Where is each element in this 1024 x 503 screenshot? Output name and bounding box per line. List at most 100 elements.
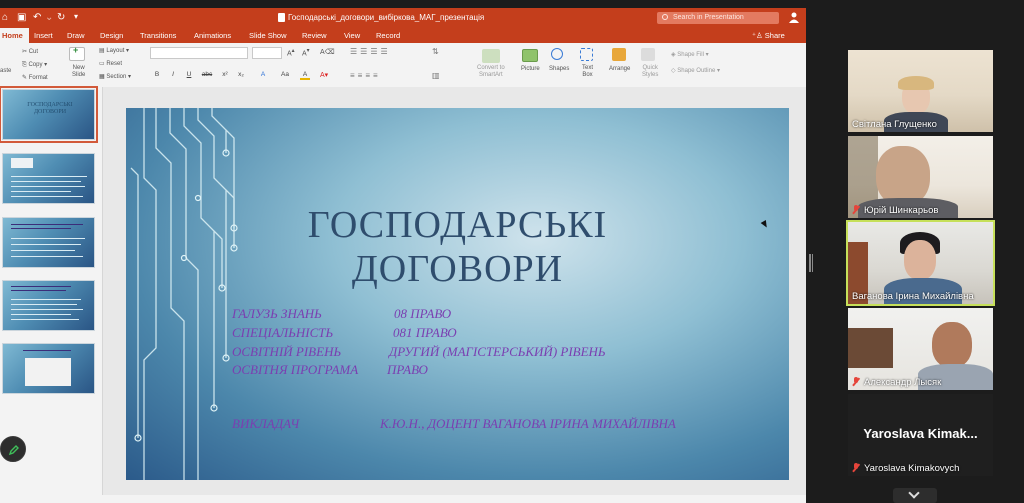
participant-name: Yaroslava Kimakovych: [852, 463, 959, 474]
education-level-label: Освітній рівень: [232, 344, 342, 359]
thumbnail-slide-2[interactable]: [2, 153, 95, 204]
text-box-label-1: Text: [582, 65, 594, 71]
tab-draw[interactable]: Draw: [67, 31, 85, 40]
shape-fill-label: Shape Fill: [677, 52, 704, 58]
people-icon[interactable]: [789, 12, 799, 23]
thumbnail-slide-4[interactable]: [2, 280, 95, 331]
participant-tile-4[interactable]: Александр Лысяк: [848, 308, 993, 390]
quick-styles-button[interactable]: Quick Styles: [642, 65, 658, 79]
tab-transitions[interactable]: Transitions: [140, 31, 176, 40]
change-case-button[interactable]: Aa: [278, 71, 292, 80]
shape-fill-button[interactable]: ◈ Shape Fill ▾: [671, 51, 709, 58]
layout-label: Layout: [106, 48, 125, 54]
format-painter-button[interactable]: ✎ Format: [22, 74, 48, 81]
participant-name: Александр Лысяк: [852, 377, 941, 388]
search-placeholder: Search in Presentation: [673, 14, 744, 21]
subscript-button[interactable]: x₂: [236, 71, 246, 80]
education-program-label: Освітня програма: [232, 362, 359, 377]
italic-button[interactable]: I: [168, 71, 178, 80]
panel-resize-handle-line[interactable]: [812, 254, 813, 272]
clear-format-icon[interactable]: A⌫: [320, 48, 335, 56]
copy-button[interactable]: ⎘ Copy ▾: [22, 61, 47, 69]
annotate-button[interactable]: [0, 436, 26, 462]
scroll-down-button[interactable]: [893, 487, 937, 503]
text-box-button[interactable]: Text Box: [582, 65, 593, 79]
list-buttons[interactable]: ☰☰☰☰: [350, 47, 391, 56]
teacher-label: Викладач: [232, 416, 300, 431]
home-icon[interactable]: ⌂: [2, 12, 8, 23]
participant-tile-5[interactable]: Yaroslava Kimak... Yaroslava Kimakovych: [848, 394, 993, 476]
slide-1[interactable]: ГОСПОДАРСЬКІ ДОГОВОРИ Галузь знань 08 Пр…: [126, 108, 789, 480]
share-button[interactable]: ⁺♙ Share: [752, 31, 785, 40]
bold-button[interactable]: B: [152, 71, 162, 80]
section-button[interactable]: ▦ Section ▾: [99, 73, 131, 80]
tab-design[interactable]: Design: [100, 31, 123, 40]
save-icon[interactable]: ▣: [17, 12, 26, 23]
tab-record[interactable]: Record: [376, 31, 400, 40]
thumbnail-slide-5[interactable]: [2, 343, 95, 394]
cut-label: Cut: [28, 49, 39, 55]
tab-view[interactable]: View: [344, 31, 360, 40]
decrease-font-icon[interactable]: A▾: [302, 48, 310, 57]
copy-label: Copy: [28, 62, 43, 68]
reset-button[interactable]: ▭ Reset: [99, 60, 122, 67]
text-box-icon[interactable]: [580, 48, 593, 61]
participant-2-face: [876, 146, 930, 206]
align-buttons[interactable]: ≡≡≡≡: [350, 71, 381, 80]
tab-home[interactable]: Home: [0, 28, 29, 43]
participant-5-display-name: Yaroslava Kimak...: [863, 426, 978, 441]
tab-insert[interactable]: Insert: [34, 31, 53, 40]
picture-icon[interactable]: [522, 49, 538, 62]
smartart-icon[interactable]: [482, 49, 500, 63]
paste-label[interactable]: aste: [0, 68, 11, 74]
superscript-button[interactable]: x²: [220, 71, 230, 80]
arrange-label[interactable]: Arrange: [609, 66, 630, 72]
text-direction-icon[interactable]: ⇅: [432, 47, 439, 56]
layout-button[interactable]: ▤ Layout ▾: [99, 47, 129, 54]
thumbnail-1-title: ГОСПОДАРСЬКІ ДОГОВОРИ: [17, 102, 83, 116]
participant-name: Юрій Шинкарьов: [852, 205, 938, 216]
search-input[interactable]: Search in Presentation: [657, 12, 779, 24]
participant-3-face: [904, 240, 936, 280]
new-slide-button[interactable]: New Slide: [72, 65, 85, 79]
font-color-icon[interactable]: A▾: [320, 71, 328, 79]
columns-icon[interactable]: ▥: [432, 71, 440, 80]
thumbnail-slide-1[interactable]: ГОСПОДАРСЬКІ ДОГОВОРИ: [0, 86, 98, 143]
participant-tile-2[interactable]: Юрій Шинкарьов: [848, 136, 993, 218]
redo-icon[interactable]: ↻: [57, 12, 65, 23]
cut-button[interactable]: ✂ Cut: [22, 48, 38, 55]
participant-1-hair: [898, 76, 934, 90]
text-effects-button[interactable]: A: [258, 71, 268, 80]
convert-smartart-button[interactable]: Convert to SmartArt: [477, 65, 505, 79]
chevron-down-icon: [908, 487, 920, 499]
picture-label[interactable]: Picture: [521, 66, 540, 72]
font-size-field[interactable]: [252, 47, 282, 59]
new-slide-label-1: New: [72, 65, 85, 71]
shapes-icon[interactable]: [551, 48, 563, 60]
shape-outline-button[interactable]: ◇ Shape Outline ▾: [671, 67, 720, 74]
quick-styles-icon[interactable]: [641, 48, 655, 61]
participant-tile-3[interactable]: Ваганова Ірина Михайлівна: [846, 220, 995, 306]
customize-toolbar-icon[interactable]: ▾: [74, 12, 78, 21]
highlight-button[interactable]: A: [300, 71, 310, 80]
panel-resize-handle[interactable]: [809, 254, 811, 272]
thumbnail-slide-3[interactable]: [2, 217, 95, 268]
tab-slide-show[interactable]: Slide Show: [249, 31, 287, 40]
strikethrough-button[interactable]: abc: [200, 71, 214, 80]
format-label: Format: [28, 75, 48, 81]
undo-icon[interactable]: ↶: [33, 12, 41, 23]
thumb-2-image: [11, 158, 33, 168]
participant-tile-1[interactable]: Світлана Глущенко: [848, 50, 993, 132]
tab-review[interactable]: Review: [302, 31, 327, 40]
arrange-icon[interactable]: [612, 48, 626, 61]
underline-button[interactable]: U: [184, 71, 194, 80]
font-name-field[interactable]: [150, 47, 248, 59]
pencil-icon: [8, 445, 19, 456]
shapes-label[interactable]: Shapes: [549, 66, 569, 72]
screen: ⌂ ▣ ↶ ⌄ ↻ ▾ Господарські_договори_вибірк…: [0, 0, 1024, 503]
tab-animations[interactable]: Animations: [194, 31, 231, 40]
participant-4-background: [848, 328, 893, 368]
education-level-value: другий (магістерський) рівень: [389, 344, 606, 359]
undo-dropdown-icon[interactable]: ⌄: [45, 12, 53, 23]
increase-font-icon[interactable]: A▴: [287, 48, 295, 57]
